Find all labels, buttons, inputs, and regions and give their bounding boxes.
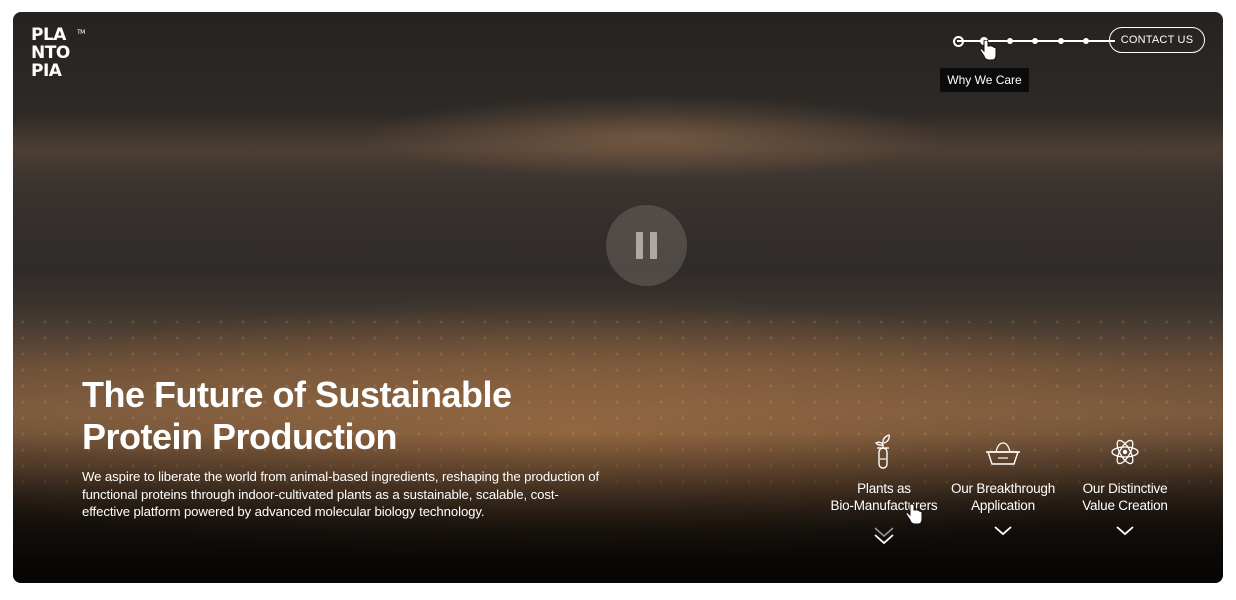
contact-us-button[interactable]: CONTACT US	[1109, 27, 1205, 53]
hero-title: The Future of Sustainable Protein Produc…	[82, 374, 512, 457]
pause-button[interactable]	[606, 205, 687, 286]
feature-label-line1: Our Breakthrough	[950, 481, 1056, 496]
progress-step-6[interactable]	[1083, 38, 1089, 44]
feature-label-line1: Our Distinctive	[1082, 481, 1168, 496]
trademark-mark: TM	[77, 29, 85, 36]
pause-icon	[636, 232, 643, 259]
hand-cursor-icon	[905, 504, 923, 525]
pause-icon-bar	[650, 232, 657, 259]
feature-label: Plants as Bio-Manufacturers	[819, 480, 949, 514]
section-progress-nav	[953, 34, 1115, 48]
feature-our-distinctive-value-creation[interactable]: Our Distinctive Value Creation	[1060, 434, 1190, 538]
chevron-down-icon	[1116, 526, 1134, 536]
hero-description: We aspire to liberate the world from ani…	[82, 469, 600, 519]
progress-step-1[interactable]	[953, 36, 964, 47]
feature-label: Our Distinctive Value Creation	[1060, 480, 1190, 514]
feature-our-breakthrough-application[interactable]: Our Breakthrough Application	[938, 434, 1068, 538]
progress-step-5[interactable]	[1058, 38, 1064, 44]
progress-step-4[interactable]	[1032, 38, 1038, 44]
progress-step-3[interactable]	[1007, 38, 1013, 44]
feature-label-line1: Plants as	[857, 481, 911, 496]
plantopia-logo[interactable]: PLA NTO PIA TM	[31, 26, 87, 80]
feature-label-line2: Value Creation	[1082, 498, 1168, 513]
atom-icon	[1111, 439, 1139, 465]
hand-cursor-icon	[979, 40, 997, 61]
logo-line-2: NTO	[31, 43, 70, 63]
feature-label: Our Breakthrough Application	[938, 480, 1068, 514]
hero-video-frame: PLA NTO PIA TM Why We Care CONTACT US Th…	[13, 12, 1223, 583]
plant-test-tube-icon	[874, 434, 890, 469]
bowl-icon	[986, 442, 1020, 465]
section-tooltip: Why We Care	[940, 68, 1029, 92]
chevron-down-icon	[994, 526, 1012, 536]
feature-label-line2: Application	[971, 498, 1035, 513]
logo-line-3: PIA	[31, 61, 62, 81]
double-chevron-down-icon	[874, 527, 894, 545]
feature-plants-as-bio-manufacturers[interactable]: Plants as Bio-Manufacturers	[819, 434, 949, 548]
